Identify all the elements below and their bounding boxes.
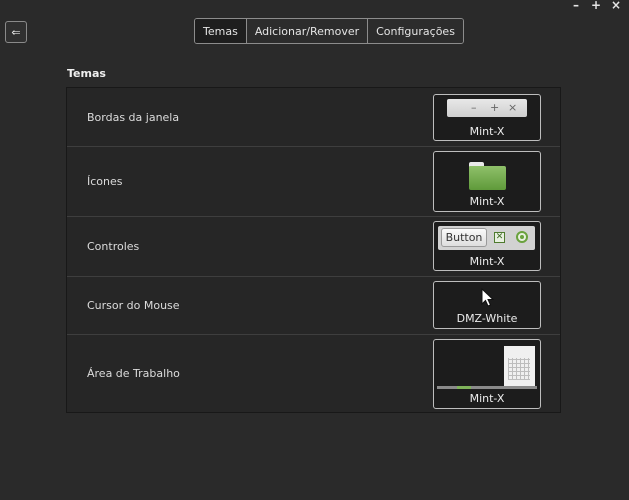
tab-bar: Temas Adicionar/Remover Configurações [194, 18, 464, 44]
back-arrow-icon: ⇐ [11, 25, 21, 39]
theme-name: Mint-X [469, 392, 505, 405]
close-button[interactable]: × [611, 0, 621, 12]
back-button[interactable]: ⇐ [5, 21, 27, 43]
theme-name: Mint-X [469, 255, 505, 268]
folder-icon [469, 162, 506, 190]
row-label: Ícones [87, 175, 123, 188]
checkbox-icon: ✕ [494, 232, 505, 243]
icons-theme-button[interactable]: Mint-X [433, 151, 541, 212]
row-label: Área de Trabalho [87, 367, 180, 380]
desktop-theme-button[interactable]: Mint-X [433, 339, 541, 409]
maximize-icon: + [490, 101, 500, 114]
row-label: Cursor do Mouse [87, 299, 180, 312]
sample-button: Button [441, 228, 487, 247]
window-controls: – + × [571, 0, 621, 12]
theme-name: Mint-X [469, 195, 505, 208]
controls-theme-button[interactable]: Button ✕ Mint-X [433, 221, 541, 271]
tab-configuracoes[interactable]: Configurações [367, 19, 463, 43]
theme-name: DMZ-White [456, 312, 518, 325]
controls-preview: Button ✕ [438, 226, 535, 250]
row-label: Controles [87, 240, 140, 253]
minimize-button[interactable]: – [571, 0, 581, 12]
minimize-icon: – [471, 101, 477, 114]
close-icon: × [508, 101, 518, 114]
pointer-cursor-icon [481, 288, 495, 307]
theme-name: Mint-X [469, 125, 505, 138]
theme-row-window-borders: Bordas da janela – + × Mint-X [67, 88, 560, 147]
title-bar: – + × [0, 0, 629, 14]
theme-row-cursor: Cursor do Mouse DMZ-White [67, 277, 560, 335]
section-title: Temas [67, 67, 106, 80]
row-label: Bordas da janela [87, 111, 180, 124]
theme-row-icons: Ícones Mint-X [67, 147, 560, 217]
tab-temas[interactable]: Temas [195, 19, 246, 43]
cursor-theme-button[interactable]: DMZ-White [433, 281, 541, 329]
window-border-preview: – + × [447, 99, 527, 117]
themes-panel: Bordas da janela – + × Mint-X Ícones Min… [66, 87, 561, 413]
theme-row-desktop: Área de Trabalho Mint-X [67, 335, 560, 412]
window-borders-theme-button[interactable]: – + × Mint-X [433, 94, 541, 141]
theme-row-controls: Controles Button ✕ Mint-X [67, 217, 560, 277]
radio-icon [516, 231, 528, 243]
maximize-button[interactable]: + [591, 0, 601, 12]
tab-adicionar-remover[interactable]: Adicionar/Remover [245, 19, 368, 43]
